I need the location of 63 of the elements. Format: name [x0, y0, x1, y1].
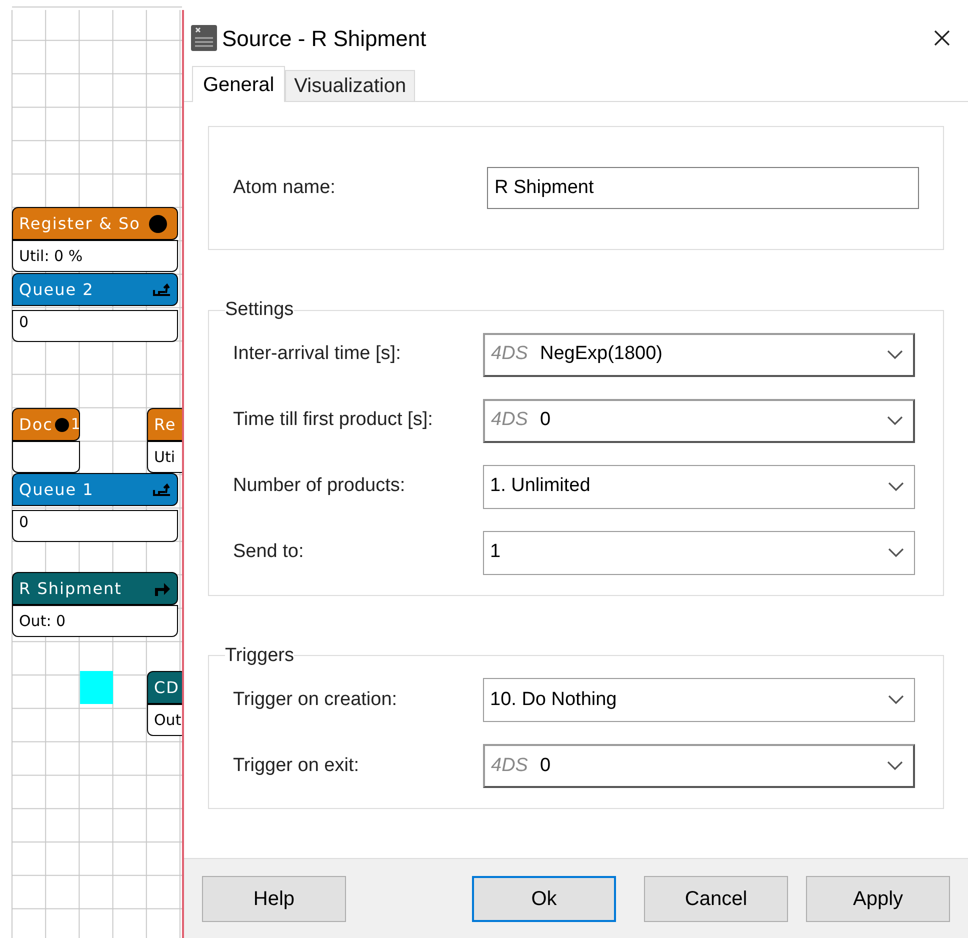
expression-field[interactable]: 4DS 0 [483, 744, 915, 788]
dialog-button[interactable]: Ok [472, 876, 616, 922]
field-value: NegExp(1800) [540, 342, 662, 366]
window-title: Source - R Shipment [222, 24, 426, 53]
node-title: 1 [70, 414, 79, 436]
node-title: Queue 1 [19, 478, 94, 500]
expression-prefix: 4DS [491, 342, 528, 366]
node-value: 0 [19, 312, 29, 333]
field-label: Number of products: [232, 474, 406, 498]
tab[interactable]: Visualization [285, 70, 416, 102]
field-label: Atom name: [233, 176, 336, 200]
chevron-icon [887, 416, 903, 426]
node-title: Re [154, 414, 176, 436]
expression-field[interactable]: 4DS NegExp(1800) [483, 332, 915, 376]
field-value: 10. Do Nothing [490, 688, 617, 712]
chevron-icon [888, 482, 904, 492]
chevron-icon [888, 695, 904, 705]
node-value: Util: 0 % [19, 246, 83, 267]
close-icon [934, 30, 950, 46]
expression-prefix: 4DS [491, 408, 528, 432]
chevron-icon [887, 350, 903, 360]
dropdown[interactable]: 1. Unlimited [483, 464, 915, 508]
node-title: Register & So [19, 212, 140, 234]
field-value: 0 [540, 408, 551, 432]
node-body [12, 441, 80, 473]
field-value: 0 [540, 754, 551, 778]
node-value: 0 [19, 512, 29, 533]
node-header[interactable]: R Shipment [12, 572, 178, 605]
app-icon [190, 24, 218, 52]
dropdown[interactable]: 1 [483, 530, 915, 574]
node-title: CD [154, 676, 180, 698]
node-value: Out: 0 [19, 610, 66, 632]
node-title: Doc [19, 414, 53, 436]
node-title: R Shipment [19, 578, 122, 600]
node-value: Out [154, 710, 182, 731]
field-label: Send to: [232, 540, 305, 564]
node-header[interactable]: Queue 1 [12, 473, 178, 506]
dialog-button[interactable]: Apply [806, 876, 950, 922]
arrow-icon [153, 580, 171, 596]
field-label: Trigger on creation: [232, 688, 398, 712]
node-title: Queue 2 [19, 278, 94, 300]
chevron-icon [888, 548, 904, 558]
field-label: Trigger on exit: [232, 754, 360, 778]
group-title: Settings [225, 298, 294, 322]
tab[interactable]: General [192, 66, 286, 102]
chevron-icon [887, 761, 903, 771]
expression-prefix: 4DS [491, 754, 528, 778]
field-value: 1 [490, 540, 501, 564]
field-value: 1. Unlimited [490, 474, 590, 498]
dialog-button[interactable]: Help [202, 876, 346, 922]
dialog-button[interactable]: Cancel [644, 876, 788, 922]
field-label: Inter-arrival time [s]: [232, 342, 402, 366]
dropdown[interactable]: 10. Do Nothing [483, 678, 915, 722]
expression-field[interactable]: 4DS 0 [483, 398, 915, 442]
node-header[interactable]: CD [147, 671, 182, 704]
queue-icon [153, 282, 171, 296]
marker-square [80, 671, 113, 704]
node-header[interactable]: Queue 2 [12, 273, 178, 306]
queue-icon [153, 482, 171, 496]
field-label: Time till first product [s]: [232, 408, 434, 432]
text-field[interactable]: R Shipment [487, 167, 919, 209]
node-value: Uti [154, 446, 176, 468]
group-title: Triggers [225, 644, 294, 668]
